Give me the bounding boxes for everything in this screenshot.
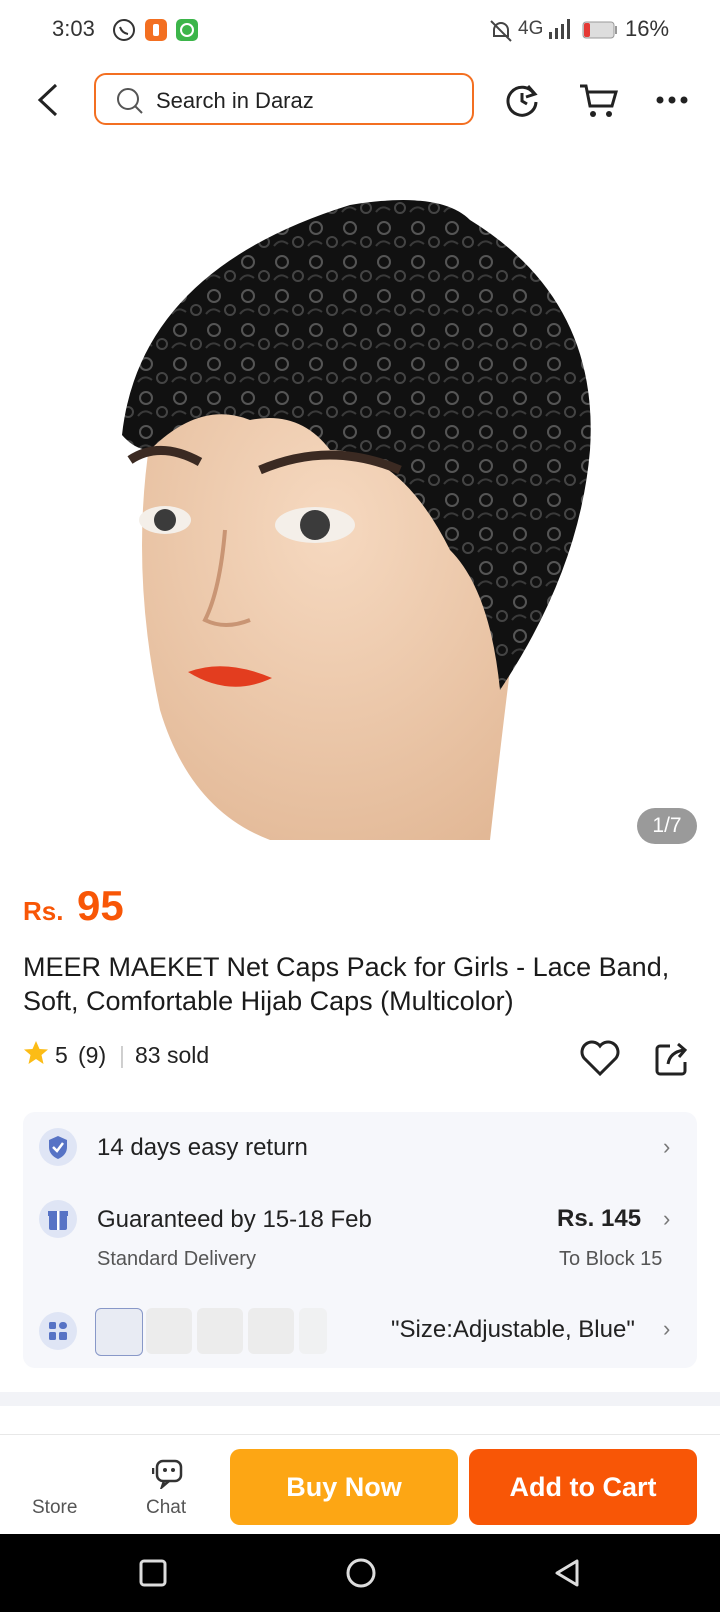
chat-label: Chat [146,1497,187,1518]
image-counter: 1/7 [637,808,697,844]
delivery-location: To Block 15 [559,1248,663,1270]
back-icon[interactable] [34,82,62,118]
review-count: (9) [78,1042,107,1068]
store-label: Store [32,1497,78,1518]
chevron-right-icon: › [663,1316,671,1341]
heart-icon[interactable] [580,1040,620,1076]
cart-icon[interactable] [578,80,620,120]
variant-swatch[interactable] [95,1308,143,1356]
buy-now-button[interactable]: Buy Now [230,1449,458,1525]
shield-icon [39,1128,77,1166]
return-text: 14 days easy return [97,1134,308,1161]
bottom-action-bar: Store Chat Buy Now Add to Cart [0,1434,720,1535]
variant-swatch[interactable] [146,1308,192,1354]
status-bar: 3:03 4G 16% [0,0,720,60]
history-icon[interactable] [504,82,540,118]
battery-percent: 16% [625,16,670,41]
chat-icon [152,1459,183,1489]
rating-divider: | [119,1042,125,1068]
battery-icon [582,21,617,39]
delivery-price: Rs. 145 [557,1205,642,1232]
notification-icons [113,19,198,41]
rating-value: 5 [55,1042,68,1068]
share-icon[interactable] [654,1040,690,1076]
home-icon[interactable] [344,1556,378,1590]
chevron-right-icon: › [663,1206,671,1231]
search-icon [117,88,143,114]
variants-icon [39,1312,77,1350]
recents-icon[interactable] [138,1558,168,1588]
variant-swatch[interactable] [299,1308,327,1354]
more-icon[interactable] [656,94,688,106]
status-time: 3:03 [52,16,95,41]
sold-count: 83 sold [135,1042,210,1068]
product-image[interactable] [0,150,720,862]
search-bar[interactable]: Search in Daraz [94,73,474,125]
mute-icon [490,20,512,42]
product-title: MEER MAEKET Net Caps Pack for Girls - La… [23,952,670,1016]
delivery-sub: Standard Delivery [97,1248,256,1270]
chevron-right-icon: › [663,1134,671,1159]
system-nav-bar [0,1534,720,1612]
price-value: 95 [77,882,124,929]
network-type: 4G [518,18,544,39]
gift-icon [39,1200,77,1238]
back-nav-icon[interactable] [552,1558,582,1588]
add-to-cart-button[interactable]: Add to Cart [469,1449,697,1525]
price-currency: Rs. [23,896,64,926]
star-icon [24,1041,48,1064]
section-divider [0,1392,720,1406]
delivery-text: Guaranteed by 15-18 Feb [97,1206,372,1233]
variant-swatch[interactable] [248,1308,294,1354]
variant-swatch[interactable] [197,1308,243,1354]
signal-icon [549,19,570,39]
info-card: 14 days easy return › Guaranteed by 15-1… [23,1112,697,1368]
variant-text: "Size:Adjustable, Blue" [391,1316,635,1343]
search-placeholder: Search in Daraz [156,88,314,113]
